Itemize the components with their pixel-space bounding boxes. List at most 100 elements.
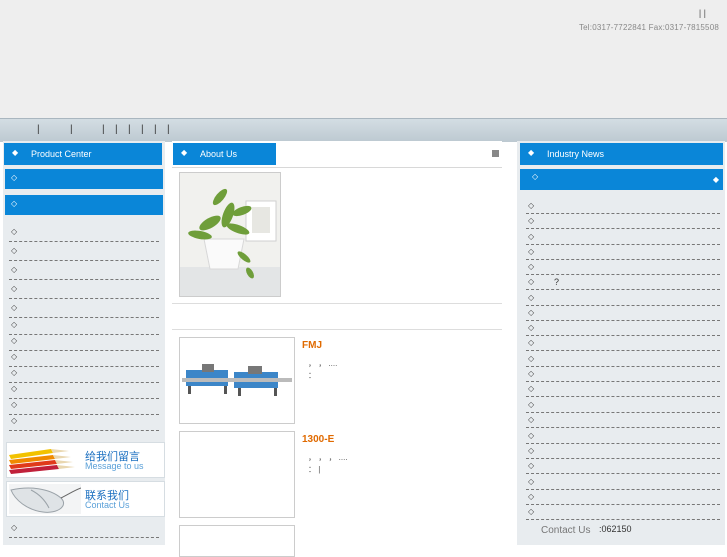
news-item[interactable]: ◇ xyxy=(526,259,720,275)
news-item[interactable]: ◇ xyxy=(526,229,720,245)
about-us-title: About Us xyxy=(200,149,238,159)
product-title[interactable]: FMJ xyxy=(302,340,322,351)
news-item[interactable]: ◇ xyxy=(526,320,720,336)
bullet-icon: ◇ xyxy=(528,277,535,286)
diamond-icon: ◆ xyxy=(181,148,188,157)
product-image[interactable] xyxy=(179,337,295,424)
bullet-icon: ◇ xyxy=(528,201,535,210)
news-item[interactable]: ◇ xyxy=(526,381,720,397)
product-category-item[interactable]: ◇ xyxy=(9,261,159,280)
bullet-icon: ◇ xyxy=(528,338,535,347)
bullet-icon: ◇ xyxy=(528,308,535,317)
bullet-icon: ◇ xyxy=(528,461,535,470)
news-item[interactable]: ◇ xyxy=(526,198,720,214)
bullet-icon: ◇ xyxy=(11,336,18,345)
product-description-more: ： xyxy=(308,371,316,380)
main-navbar: | | | | | | | | xyxy=(0,118,727,142)
product-title[interactable]: 1300-E xyxy=(302,434,334,445)
news-item[interactable]: ◇ xyxy=(526,305,720,321)
product-category-item[interactable]: ◇ xyxy=(9,280,159,299)
bullet-icon: ◇ xyxy=(11,265,18,274)
about-us-photo[interactable] xyxy=(179,172,281,297)
bullet-icon: ◇ xyxy=(528,400,535,409)
bullet-icon: ◇ xyxy=(11,416,18,425)
news-item[interactable]: ◇ xyxy=(526,489,720,505)
news-item[interactable]: ◇ xyxy=(526,290,720,306)
nav-separator: | xyxy=(70,124,73,135)
news-item[interactable]: ◇ xyxy=(526,474,720,490)
bullet-icon: ◇ xyxy=(528,232,535,241)
product-category-item[interactable]: ◇ xyxy=(9,223,159,242)
nav-separator: | xyxy=(102,124,105,135)
news-item[interactable]: ◇ xyxy=(526,504,720,520)
header-contact-line: Tel:0317-7722841 Fax:0317-7815508 xyxy=(578,23,719,32)
product-category-item[interactable]: ◇ xyxy=(9,412,159,431)
bullet-icon: ◇ xyxy=(528,415,535,424)
nav-separator: | xyxy=(141,124,144,135)
about-us-header: ◆ About Us xyxy=(173,143,276,165)
bullet-icon: ◇ xyxy=(11,284,18,293)
bullet-icon: ◇ xyxy=(528,431,535,440)
news-item-text: ? xyxy=(554,277,560,287)
diamond-icon: ◆ xyxy=(712,175,719,184)
square-icon[interactable] xyxy=(492,150,499,157)
contact-us-en: Contact Us xyxy=(85,500,130,510)
bullet-icon: ◇ xyxy=(11,227,18,236)
message-us-banner[interactable]: 给我们留言 Message to us xyxy=(6,442,165,478)
product-center-title: Product Center xyxy=(31,149,92,159)
postal-code: :062150 xyxy=(599,524,632,534)
bullet-icon: ◇ xyxy=(528,293,535,302)
diamond-icon: ◆ xyxy=(528,148,535,157)
industry-news-panel: ◆ Industry News ◇ ◆ ◇ ◇ ◇ ◇ ◇ ◇? ◇ ◇ ◇ ◇ … xyxy=(517,141,725,545)
news-item[interactable]: ◇ xyxy=(526,397,720,413)
industry-news-title: Industry News xyxy=(547,149,605,159)
page-header: | | Tel:0317-7722841 Fax:0317-7815508 xyxy=(0,0,727,118)
news-item[interactable]: ◇ xyxy=(526,443,720,459)
bullet-icon: ◇ xyxy=(528,354,535,363)
news-item[interactable]: ◇ xyxy=(526,244,720,260)
bullet-icon: ◇ xyxy=(11,199,18,208)
bullet-icon: ◇ xyxy=(528,384,535,393)
news-item[interactable]: ◇ xyxy=(526,458,720,474)
nav-separator: | xyxy=(115,124,118,135)
nav-separator: | xyxy=(37,124,40,135)
bullet-icon: ◇ xyxy=(528,446,535,455)
product-category-item[interactable]: ◇ xyxy=(5,195,163,215)
bullet-icon: ◇ xyxy=(11,303,18,312)
product-category-item[interactable]: ◇ xyxy=(9,242,159,261)
bullet-icon: ◇ xyxy=(528,247,535,256)
product-description-more: ： | xyxy=(308,465,321,474)
nav-separator: | xyxy=(128,124,131,135)
news-item[interactable]: ◇? xyxy=(526,274,720,290)
news-item[interactable]: ◇ xyxy=(526,412,720,428)
product-category-item[interactable]: ◇ xyxy=(9,519,159,538)
pencils-icon xyxy=(9,445,81,475)
message-us-en: Message to us xyxy=(85,461,144,471)
bullet-icon: ◇ xyxy=(528,477,535,486)
news-item[interactable]: ◇ xyxy=(526,351,720,367)
contact-us-banner[interactable]: 联系我们 Contact Us xyxy=(6,481,165,517)
nav-separator: | xyxy=(167,124,170,135)
divider xyxy=(172,303,502,304)
about-us-header-bar: ◆ About Us xyxy=(172,141,502,168)
news-item[interactable]: ◇ xyxy=(526,428,720,444)
news-item[interactable]: ◇ xyxy=(526,213,720,229)
industry-news-header: ◆ Industry News xyxy=(520,143,723,165)
bullet-icon: ◇ xyxy=(11,246,18,255)
product-image[interactable] xyxy=(179,431,295,518)
news-item[interactable]: ◇ xyxy=(526,335,720,351)
product-center-header: ◆ Product Center xyxy=(4,143,162,165)
news-item[interactable]: ◇ ◆ xyxy=(520,169,723,190)
product-image[interactable] xyxy=(179,525,295,557)
diamond-icon: ◆ xyxy=(12,148,19,157)
bullet-icon: ◇ xyxy=(11,320,18,329)
top-links[interactable]: | | xyxy=(699,8,706,18)
bullet-icon: ◇ xyxy=(11,384,18,393)
contact-us-label: Contact Us xyxy=(541,525,591,536)
product-category-item[interactable]: ◇ xyxy=(5,169,163,189)
bullet-icon: ◇ xyxy=(532,172,539,181)
product-description: ， ， .... xyxy=(308,359,338,368)
bullet-icon: ◇ xyxy=(11,352,18,361)
bullet-icon: ◇ xyxy=(528,492,535,501)
news-item[interactable]: ◇ xyxy=(526,366,720,382)
